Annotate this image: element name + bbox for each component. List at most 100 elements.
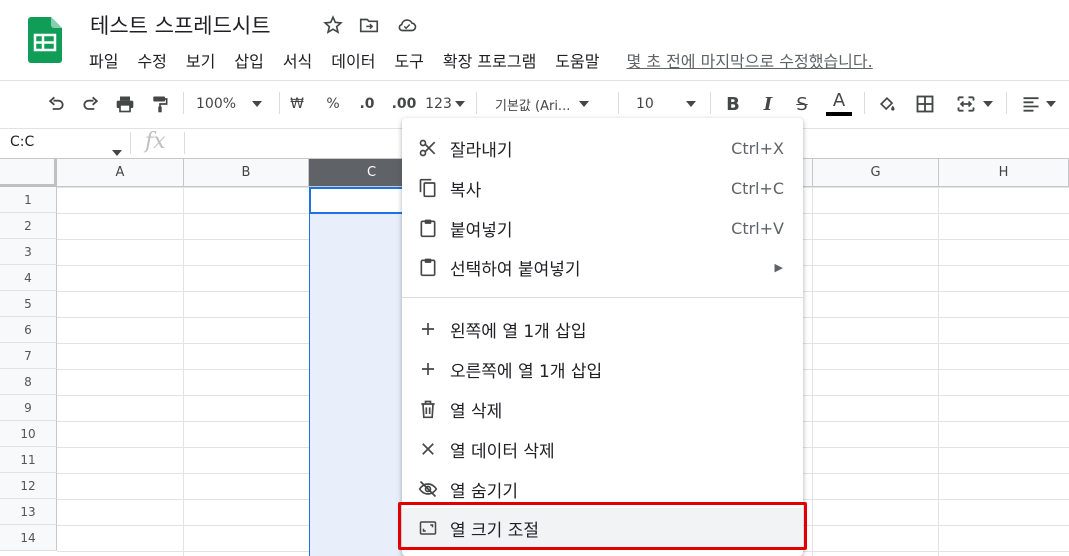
star-icon[interactable]	[322, 14, 344, 36]
row-header[interactable]: 8	[0, 369, 57, 395]
paint-format-icon[interactable]	[147, 90, 173, 118]
grid-column-line	[812, 187, 813, 556]
menu-item-delete-column[interactable]: 열 삭제	[402, 389, 803, 429]
menu-item-label: 선택하여 붙여넣기	[450, 259, 581, 280]
toolbar-divider	[1006, 92, 1007, 114]
row-header[interactable]: 7	[0, 343, 57, 369]
cloud-status-icon[interactable]	[396, 14, 418, 36]
menu-item-copy[interactable]: 복사 Ctrl+C	[402, 168, 803, 208]
more-formats-label: 123	[425, 96, 452, 112]
row-header[interactable]: 4	[0, 265, 57, 291]
row-header[interactable]: 6	[0, 317, 57, 343]
document-title[interactable]: 테스트 스프레드시트	[90, 10, 271, 40]
formula-bar-divider	[130, 132, 131, 154]
menu-item-insert-column-right[interactable]: 오른쪽에 열 1개 삽입	[402, 349, 803, 389]
select-all-corner[interactable]	[0, 159, 57, 187]
grid-column-line	[183, 187, 184, 556]
menu-item-insert-column-left[interactable]: 왼쪽에 열 1개 삽입	[402, 309, 803, 349]
print-icon[interactable]	[112, 90, 138, 118]
chevron-down-icon	[1045, 101, 1056, 107]
menu-item-shortcut: Ctrl+C	[730, 178, 784, 198]
menu-item-cut[interactable]: 잘라내기 Ctrl+X	[402, 128, 803, 168]
paste-special-icon	[417, 256, 439, 278]
menu-edit[interactable]: 수정	[137, 48, 166, 72]
menu-item-shortcut: Ctrl+V	[731, 218, 784, 238]
borders-icon[interactable]	[913, 90, 937, 118]
menu-extensions[interactable]: 확장 프로그램	[443, 48, 536, 72]
grid-column-line	[938, 187, 939, 556]
row-header[interactable]: 11	[0, 447, 57, 473]
menu-format[interactable]: 서식	[283, 48, 312, 72]
close-icon	[417, 438, 439, 460]
currency-format-button[interactable]: ₩	[287, 90, 307, 118]
name-box[interactable]: C:C	[10, 134, 34, 150]
increase-decimal-label: .00	[391, 96, 417, 112]
increase-decimal-button[interactable]: .00	[389, 90, 419, 118]
redo-icon[interactable]	[78, 90, 104, 118]
menu-item-paste-special[interactable]: 선택하여 붙여넣기 ▶	[402, 247, 803, 287]
bold-button[interactable]: B	[722, 90, 744, 118]
italic-button[interactable]: I	[757, 90, 779, 118]
menu-item-label: 열 데이터 삭제	[450, 441, 555, 462]
decrease-decimal-label: .0	[359, 96, 375, 112]
sheets-logo-icon[interactable]	[28, 17, 62, 63]
menu-bar: 파일 수정 보기 삽입 서식 데이터 도구 확장 프로그램 도움말 몇 초 전에…	[89, 48, 873, 72]
column-header-g[interactable]: G	[813, 159, 939, 187]
menu-tools[interactable]: 도구	[394, 48, 423, 72]
menu-item-shortcut: Ctrl+X	[731, 138, 784, 158]
submenu-arrow-icon: ▶	[774, 260, 783, 274]
toolbar-divider	[476, 92, 477, 114]
plus-icon	[417, 358, 439, 380]
move-to-folder-icon[interactable]	[358, 14, 380, 36]
last-edit-link[interactable]: 몇 초 전에 마지막으로 수정했습니다.	[626, 48, 872, 72]
row-header[interactable]: 1	[0, 187, 57, 213]
chevron-down-icon	[252, 101, 263, 107]
more-formats-button[interactable]: 123	[424, 90, 466, 118]
strikethrough-button[interactable]: S	[791, 90, 813, 118]
zoom-value: 100%	[196, 96, 237, 112]
eye-off-icon	[417, 478, 439, 500]
zoom-select[interactable]: 100%	[196, 90, 268, 118]
percent-format-button[interactable]: %	[323, 90, 343, 118]
highlight-annotation-box	[398, 502, 807, 550]
chevron-down-icon	[454, 101, 465, 107]
row-header[interactable]: 5	[0, 291, 57, 317]
menu-item-paste[interactable]: 붙여넣기 Ctrl+V	[402, 208, 803, 248]
menu-item-label: 열 삭제	[450, 401, 503, 422]
menu-view[interactable]: 보기	[186, 48, 215, 72]
chevron-down-icon	[983, 101, 993, 107]
menu-item-label: 왼쪽에 열 1개 삽입	[450, 321, 587, 342]
row-header[interactable]: 3	[0, 239, 57, 265]
column-header-a[interactable]: A	[57, 159, 184, 187]
menu-file[interactable]: 파일	[89, 48, 118, 72]
row-header[interactable]: 2	[0, 213, 57, 239]
fill-color-icon[interactable]	[875, 90, 899, 118]
column-header-h[interactable]: H	[939, 159, 1069, 187]
context-menu: 잘라내기 Ctrl+X 복사 Ctrl+C 붙여넣기 Ctrl+V 선택하여 붙…	[402, 118, 803, 556]
text-color-button[interactable]: A	[826, 90, 852, 118]
menu-item-clear-column[interactable]: 열 데이터 삭제	[402, 429, 803, 469]
font-family-select[interactable]: 기본값 (Ari...	[495, 90, 607, 118]
menu-help[interactable]: 도움말	[555, 48, 599, 72]
horizontal-align-icon[interactable]	[1016, 90, 1060, 118]
toolbar-divider	[279, 92, 280, 114]
row-header[interactable]: 10	[0, 421, 57, 447]
font-size-select[interactable]: 10	[636, 90, 702, 118]
column-header-b[interactable]: B	[184, 159, 309, 187]
row-header[interactable]: 9	[0, 395, 57, 421]
menu-item-label: 붙여넣기	[450, 220, 513, 241]
merge-cells-icon[interactable]	[950, 90, 998, 118]
scissors-icon	[417, 137, 439, 159]
row-header[interactable]: 13	[0, 499, 57, 525]
menu-insert[interactable]: 삽입	[234, 48, 263, 72]
undo-icon[interactable]	[43, 90, 69, 118]
decrease-decimal-button[interactable]: .0	[356, 90, 378, 118]
paste-icon	[417, 217, 439, 239]
function-icon: fx	[145, 129, 166, 154]
row-header[interactable]: 14	[0, 525, 57, 551]
menu-data[interactable]: 데이터	[331, 48, 375, 72]
plus-icon	[417, 318, 439, 340]
row-header[interactable]: 12	[0, 473, 57, 499]
toolbar-divider	[710, 92, 711, 114]
toolbar-divider	[183, 92, 184, 114]
